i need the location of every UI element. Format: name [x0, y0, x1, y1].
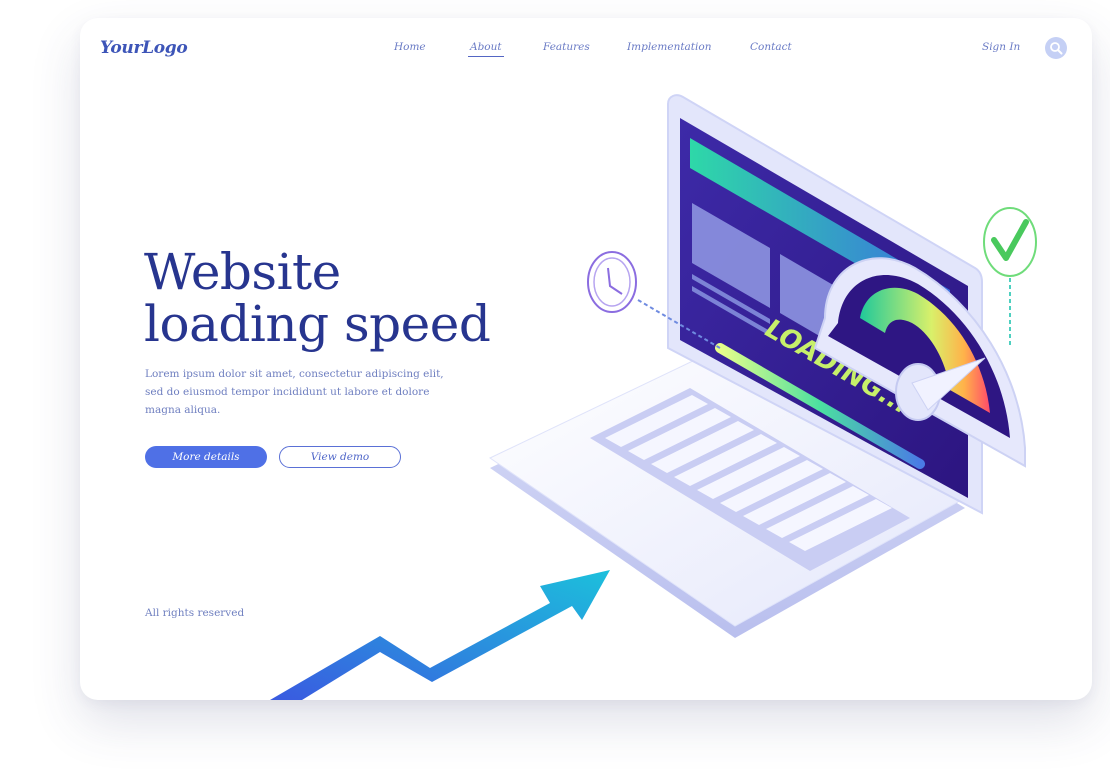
landing-card: YourLogo Home About Features Implementat…	[80, 18, 1092, 700]
check-icon	[983, 207, 1037, 348]
trend-arrow-icon	[270, 570, 610, 700]
laptop-illustration: LOADING...	[270, 94, 1037, 700]
